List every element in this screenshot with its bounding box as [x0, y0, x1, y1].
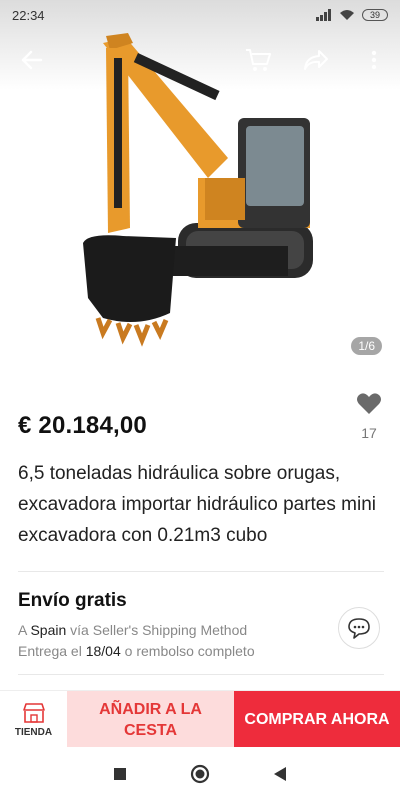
- chat-button[interactable]: [338, 607, 380, 649]
- triangle-back-icon: [274, 766, 286, 781]
- delivery-suffix: o rembolso completo: [124, 643, 255, 659]
- shipping-destination: A Spain vía Seller's Shipping Method: [18, 622, 247, 638]
- signal-icon: [316, 9, 331, 21]
- battery-icon: 39: [362, 9, 388, 21]
- top-action-bar: [0, 42, 400, 78]
- cart-icon: [246, 49, 271, 71]
- home-button[interactable]: [185, 759, 215, 789]
- add-to-cart-button[interactable]: AÑADIR A LA CESTA: [67, 691, 234, 748]
- back-nav-button[interactable]: [265, 759, 295, 789]
- shipping-title: Envío gratis: [18, 590, 127, 611]
- product-title: 6,5 toneladas hidráulica sobre orugas, e…: [18, 463, 376, 546]
- delivery-estimate: Entrega el 18/04 o rembolso completo: [18, 643, 255, 659]
- status-time: 22:34: [12, 7, 45, 23]
- buy-now-button[interactable]: COMPRAR AHORA: [234, 691, 400, 748]
- system-nav-bar: [0, 747, 400, 800]
- circle-icon: [190, 764, 210, 783]
- cart-button[interactable]: [240, 42, 276, 78]
- divider: [18, 674, 384, 675]
- store-button[interactable]: TIENDA: [0, 691, 67, 748]
- heart-icon: [357, 393, 381, 414]
- image-pager: 1/6: [351, 337, 382, 355]
- store-label: TIENDA: [14, 726, 53, 738]
- product-price: € 20.184,00: [18, 412, 147, 439]
- status-icons: 39: [316, 9, 388, 21]
- shipping-to-prefix: A: [18, 622, 27, 638]
- chat-bubble-icon: [348, 618, 370, 639]
- delivery-date: 18/04: [85, 643, 121, 659]
- delivery-prefix: Entrega el: [18, 643, 82, 659]
- bottom-action-bar: TIENDA AÑADIR A LA CESTA COMPRAR AHORA: [0, 690, 400, 748]
- shipping-country[interactable]: Spain: [30, 622, 66, 638]
- back-button[interactable]: [14, 42, 50, 78]
- share-button[interactable]: [298, 42, 334, 78]
- back-arrow-icon: [21, 50, 43, 70]
- more-vertical-icon: [371, 50, 377, 70]
- status-bar: 22:34 39: [0, 0, 400, 30]
- wifi-icon: [340, 10, 354, 20]
- store-icon: [22, 702, 45, 723]
- share-icon: [304, 50, 328, 70]
- divider: [18, 571, 384, 572]
- recents-button[interactable]: [105, 759, 135, 789]
- shipping-method: vía Seller's Shipping Method: [70, 622, 248, 638]
- wishlist-count: 17: [361, 425, 377, 441]
- wishlist-button[interactable]: 17: [354, 392, 384, 441]
- square-icon: [114, 767, 126, 780]
- price-row: € 20.184,00 17: [18, 388, 384, 448]
- more-options-button[interactable]: [356, 42, 392, 78]
